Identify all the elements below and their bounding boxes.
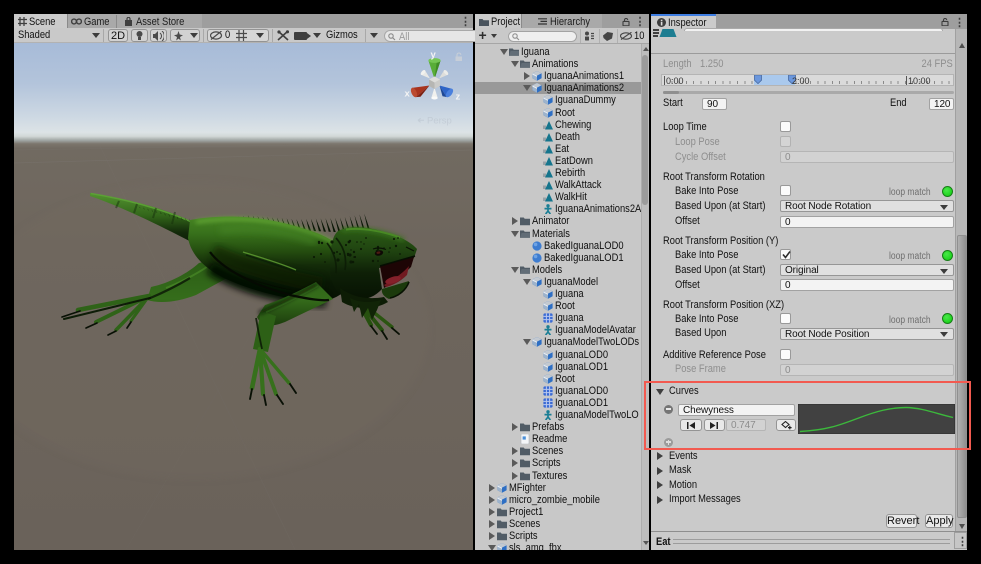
svg-text:y: y: [431, 50, 437, 61]
svg-text:z: z: [456, 92, 461, 103]
svg-text:x: x: [405, 89, 411, 100]
svg-text:Persp: Persp: [427, 116, 452, 127]
